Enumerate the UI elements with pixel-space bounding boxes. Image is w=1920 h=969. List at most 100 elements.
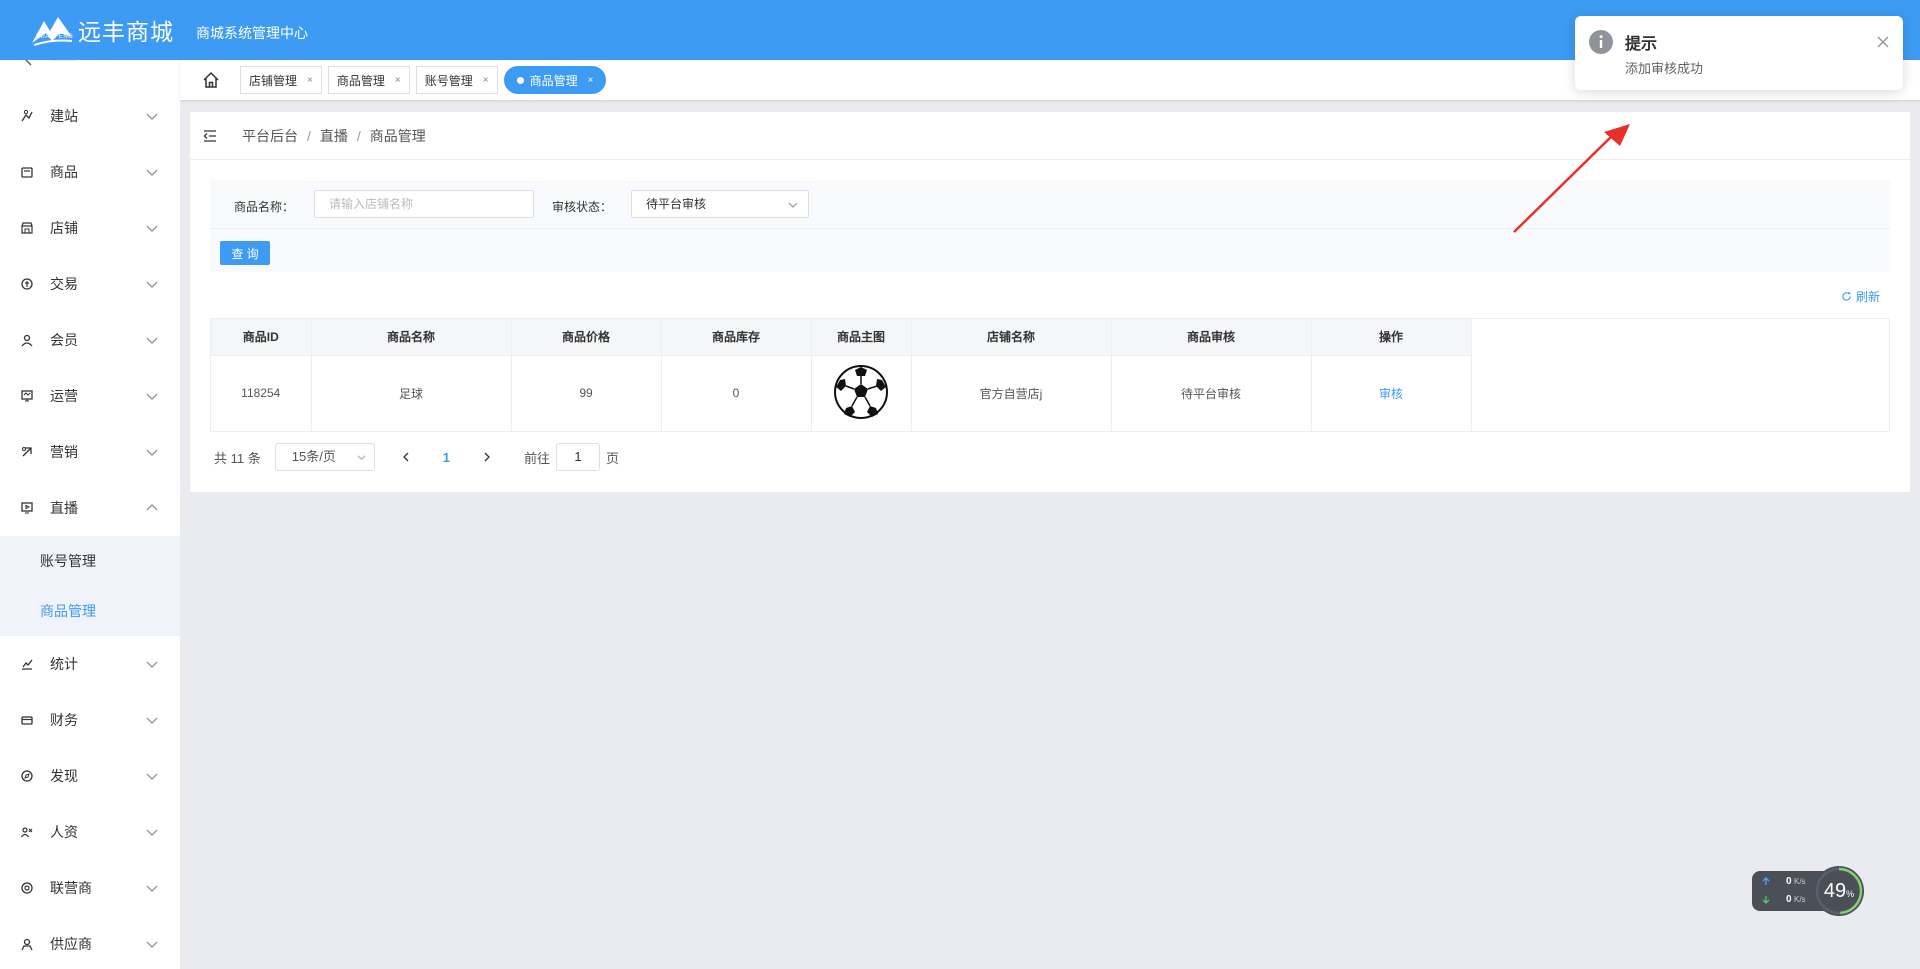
refresh-button[interactable]: 刷新 (1841, 288, 1880, 305)
audit-link[interactable]: 审核 (1379, 387, 1403, 401)
notification-title: 提示 (1625, 36, 1658, 53)
sidebar-item-trade[interactable]: 交易 (0, 256, 180, 312)
live-icon (20, 501, 34, 515)
tab-close-icon[interactable]: × (395, 75, 401, 86)
collapse-menu-icon[interactable] (202, 128, 218, 144)
page-size-value: 15条/页 (291, 449, 336, 464)
marketing-icon (20, 445, 34, 459)
info-icon (1589, 30, 1613, 54)
arrow-down-icon (1762, 896, 1770, 904)
upload-speed: 0 K/s (1762, 876, 1806, 887)
sidebar-partial-item (0, 60, 180, 88)
operate-icon (20, 389, 34, 403)
sidebar-item-hr[interactable]: 人资 (0, 804, 180, 860)
column-header: 商品名称 (311, 319, 512, 356)
sidebar-subitem[interactable]: 账号管理 (0, 536, 180, 586)
sidebar-item-discover[interactable]: 发现 (0, 748, 180, 804)
discover-icon (20, 769, 34, 783)
sidebar-item-member[interactable]: 会员 (0, 312, 180, 368)
tab-goods-management[interactable]: 商品管理 × (327, 66, 410, 94)
sidebar-item-live[interactable]: 直播 (0, 480, 180, 536)
next-page-button[interactable] (476, 446, 498, 468)
soccer-ball-image[interactable] (833, 364, 889, 420)
breadcrumb: 平台后台 / 直播 / 商品管理 (190, 112, 1910, 160)
tab-close-icon[interactable]: × (588, 75, 594, 86)
table-header-row: 商品ID 商品名称 商品价格 商品库存 商品主图 店铺名称 商品审核 操作 (211, 319, 1472, 356)
upload-unit: K/s (1794, 877, 1806, 886)
tab-live-goods-management[interactable]: 商品管理 × (503, 66, 607, 94)
chevron-down-icon (146, 169, 158, 176)
sidebar-item-label: 会员 (50, 332, 78, 348)
cell-goods-image (811, 355, 912, 431)
goods-name-input[interactable]: 请输入店铺名称 (314, 190, 534, 218)
usage-percent-sign: % (1846, 889, 1855, 899)
close-icon[interactable] (1877, 36, 1889, 48)
chevron-down-icon (146, 941, 158, 948)
tab-close-icon[interactable]: × (307, 75, 313, 86)
column-header: 操作 (1311, 319, 1472, 356)
chevron-down-icon (146, 449, 158, 456)
sidebar: 建站 商品 店铺交易会员运营营销 直播 账号管理 商品管理统计财务发现人资 联营商供应商 (0, 60, 180, 969)
logo[interactable]: 远丰商城 YUANFENG (30, 13, 174, 47)
prev-page-button[interactable] (395, 446, 417, 468)
chevron-down-icon (146, 281, 158, 288)
cell-audit-status: 待平台审核 (1111, 355, 1312, 431)
trade-icon (20, 277, 34, 291)
query-button[interactable]: 查 询 (220, 241, 270, 265)
breadcrumb-separator: / (307, 127, 311, 144)
sidebar-item-label: 统计 (50, 656, 78, 672)
hr-icon (20, 825, 34, 839)
sidebar-item-label: 发现 (50, 768, 78, 784)
goto-page-input[interactable]: 1 (555, 443, 600, 471)
sidebar-item-stats[interactable]: 统计 (0, 636, 180, 692)
sidebar-item-store[interactable]: 店铺 (0, 200, 180, 256)
refresh-icon (1842, 291, 1851, 301)
download-speed: 0 K/s (1762, 894, 1806, 905)
sidebar-item-goods[interactable]: 商品 (0, 144, 180, 200)
tab-store-management[interactable]: 店铺管理 × (240, 66, 322, 94)
tab-label: 商品管理 (529, 73, 578, 88)
sidebar-item-operate[interactable]: 运营 (0, 368, 180, 424)
column-header: 店铺名称 (911, 319, 1112, 356)
sidebar-item-label: 财务 (50, 712, 78, 728)
sidebar-item-label: 运营 (50, 388, 78, 404)
goods-icon (20, 165, 34, 179)
sidebar-item-site[interactable]: 建站 (0, 88, 180, 144)
system-title: 商城系统管理中心 (196, 25, 308, 41)
sidebar-item-supplier[interactable]: 供应商 (0, 916, 180, 969)
cell-store-name: 官方自营店j (911, 355, 1112, 431)
page-size-select[interactable]: 15条/页 (274, 443, 375, 471)
sidebar-item-finance[interactable]: 财务 (0, 692, 180, 748)
total-count: 共 11 条 (214, 450, 261, 466)
sidebar-item-partner[interactable]: 联营商 (0, 860, 180, 916)
sidebar-subitem[interactable]: 商品管理 (0, 586, 180, 636)
sidebar-item-label: 交易 (50, 276, 78, 292)
refresh-label: 刷新 (1855, 290, 1880, 304)
column-header: 商品主图 (811, 319, 912, 356)
main-card: 平台后台 / 直播 / 商品管理 商品名称： 请输入店铺名称 审核状态： 待平台… (190, 112, 1910, 492)
home-button[interactable] (200, 69, 222, 91)
sidebar-item-marketing[interactable]: 营销 (0, 424, 180, 480)
supplier-icon (20, 937, 34, 951)
page-number-current[interactable]: 1 (443, 450, 450, 465)
network-speed-widget[interactable]: 0 K/s 0 K/s 49% (1752, 866, 1872, 916)
tab-label: 店铺管理 (249, 73, 298, 88)
audit-status-select[interactable]: 待平台审核 (631, 190, 809, 218)
cell-action: 审核 (1311, 355, 1472, 431)
finance-icon (20, 713, 34, 727)
goto-label: 前往 (523, 450, 550, 466)
site-icon (20, 109, 34, 123)
sidebar-item-label: 供应商 (50, 936, 92, 952)
cell-goods-stock: 0 (661, 355, 812, 431)
goods-name-label: 商品名称： (234, 200, 295, 214)
arrow-up-icon (1762, 877, 1770, 885)
column-header: 商品库存 (661, 319, 812, 356)
usage-percent-value: 49 (1823, 880, 1847, 902)
breadcrumb-item[interactable]: 直播 (320, 126, 348, 146)
cell-goods-name: 足球 (311, 355, 512, 431)
home-icon (203, 71, 219, 88)
breadcrumb-item[interactable]: 平台后台 (242, 126, 298, 146)
tab-account-management[interactable]: 账号管理 × (415, 66, 498, 94)
tab-close-icon[interactable]: × (483, 75, 489, 86)
chevron-down-icon (788, 202, 798, 208)
